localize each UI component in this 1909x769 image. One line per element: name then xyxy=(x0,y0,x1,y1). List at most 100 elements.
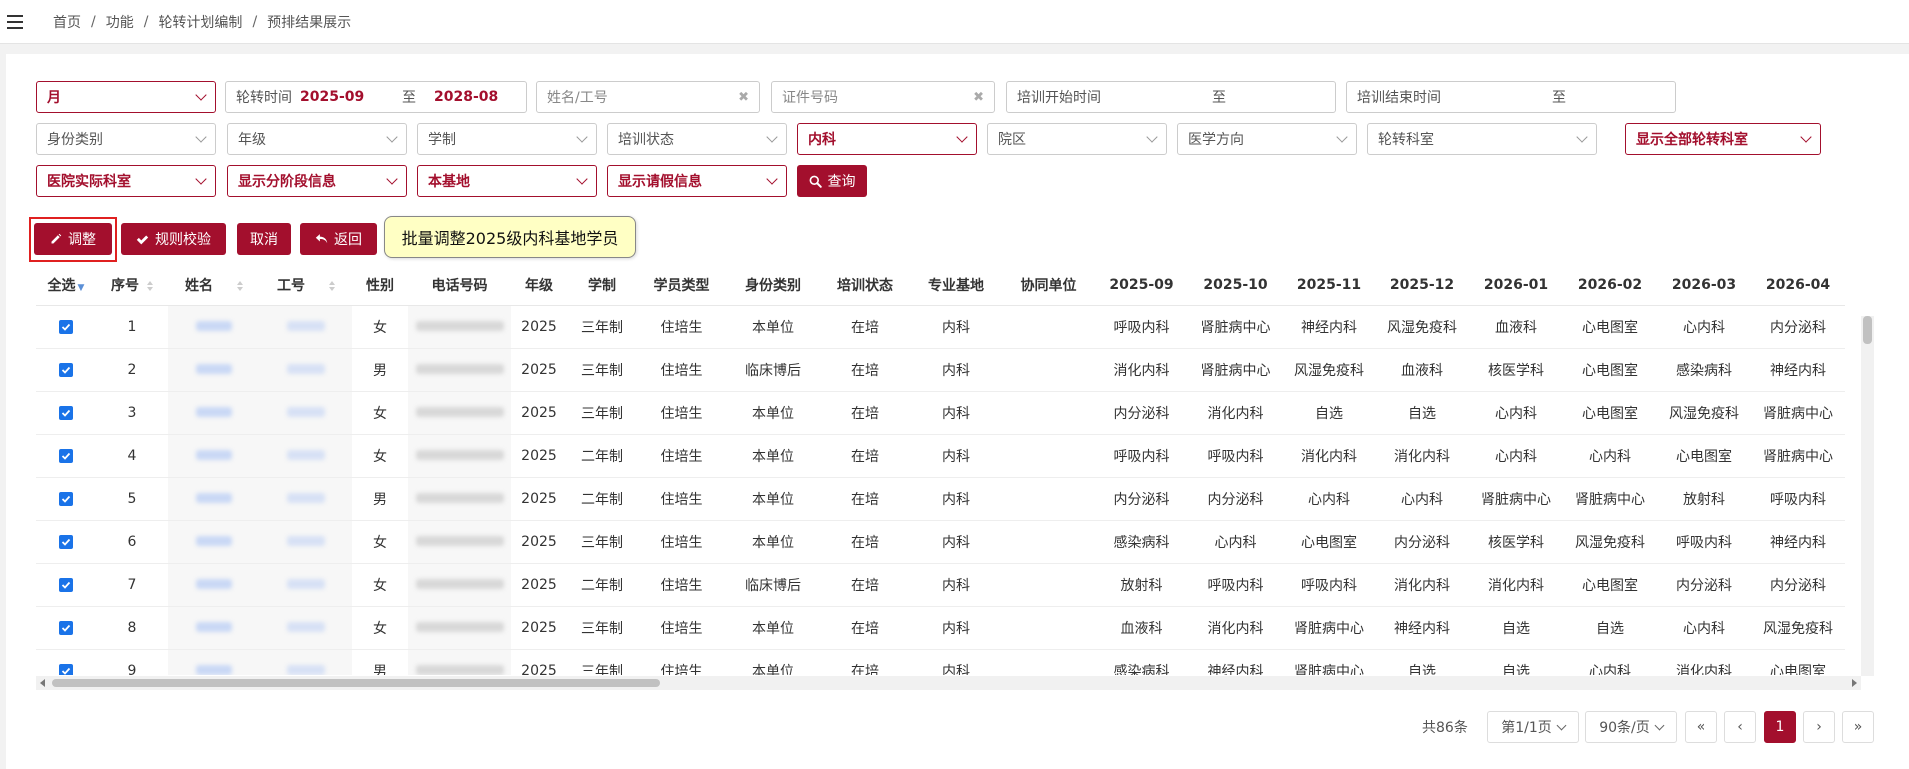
name-cell[interactable] xyxy=(168,305,260,349)
last-page-button[interactable]: » xyxy=(1842,711,1874,743)
row-checkbox[interactable] xyxy=(59,663,73,675)
rotation-month-cell[interactable]: 呼吸内科 xyxy=(1657,520,1751,564)
rotation-month-cell[interactable]: 呼吸内科 xyxy=(1283,563,1375,607)
employee-id-cell[interactable] xyxy=(260,434,352,478)
rotation-month-cell[interactable]: 心电图室 xyxy=(1283,520,1375,564)
column-header-employee-id[interactable]: 工号 xyxy=(260,265,352,306)
base-select[interactable]: 本基地 xyxy=(417,165,597,197)
page-select[interactable]: 第1/1页 xyxy=(1487,711,1579,743)
rotation-month-cell[interactable]: 心内科 xyxy=(1563,434,1657,478)
name-cell[interactable] xyxy=(168,520,260,564)
rotation-month-cell[interactable]: 消化内科 xyxy=(1095,348,1188,392)
rotation-month-cell[interactable]: 心电图室 xyxy=(1563,305,1657,349)
show-all-rotation-select[interactable]: 显示全部轮转科室 xyxy=(1625,123,1821,155)
sort-icon[interactable] xyxy=(147,280,153,291)
training-status-select[interactable]: 培训状态 xyxy=(607,123,787,155)
table-row[interactable]: 4 女 2025 二年制 住培生 本单位 在培 内科 呼吸内科 呼吸内科 消化内科 消化内科 心内科 心内… xyxy=(36,434,1845,478)
redacted-name[interactable] xyxy=(196,320,232,331)
rotation-start-value[interactable]: 2025-09 xyxy=(300,89,400,105)
rotation-month-cell[interactable]: 神经内科 xyxy=(1283,305,1375,349)
employee-id-cell[interactable] xyxy=(260,391,352,435)
rotation-month-cell[interactable]: 内分泌科 xyxy=(1375,520,1469,564)
rotation-month-cell[interactable]: 感染病科 xyxy=(1657,348,1751,392)
rotation-month-cell[interactable]: 风湿免疫科 xyxy=(1375,305,1469,349)
rotation-time-range[interactable]: 轮转时间 2025-09 至 2028-08 xyxy=(225,81,527,113)
row-checkbox[interactable] xyxy=(59,577,73,592)
rotation-month-cell[interactable]: 消化内科 xyxy=(1375,434,1469,478)
rotation-month-cell[interactable]: 自选 xyxy=(1469,606,1563,650)
select-cell[interactable] xyxy=(36,563,96,607)
rotation-month-cell[interactable]: 心内科 xyxy=(1188,520,1283,564)
back-button[interactable]: 返回 xyxy=(300,223,377,255)
show-stage-select[interactable]: 显示分阶段信息 xyxy=(227,165,407,197)
name-search-input[interactable]: 姓名/工号 ✖ xyxy=(536,81,760,113)
rotation-month-cell[interactable]: 心内科 xyxy=(1375,477,1469,521)
name-cell[interactable] xyxy=(168,606,260,650)
breadcrumb-home[interactable]: 首页 xyxy=(53,12,81,32)
breadcrumb-function[interactable]: 功能 xyxy=(106,12,134,32)
rotation-month-cell[interactable]: 肾脏病中心 xyxy=(1469,477,1563,521)
redacted-employee-id[interactable] xyxy=(287,664,325,675)
rotation-month-cell[interactable]: 感染病科 xyxy=(1095,520,1188,564)
show-leave-select[interactable]: 显示请假信息 xyxy=(607,165,787,197)
scrollbar-thumb[interactable] xyxy=(1863,316,1872,344)
column-header-name[interactable]: 姓名 xyxy=(168,265,260,306)
employee-id-cell[interactable] xyxy=(260,649,352,675)
campus-select[interactable]: 院区 xyxy=(987,123,1167,155)
rotation-month-cell[interactable]: 呼吸内科 xyxy=(1188,563,1283,607)
select-cell[interactable] xyxy=(36,606,96,650)
rotation-month-cell[interactable]: 内分泌科 xyxy=(1751,305,1845,349)
rotation-month-cell[interactable]: 自选 xyxy=(1283,391,1375,435)
scroll-left-arrow-icon[interactable] xyxy=(40,679,45,687)
rotation-month-cell[interactable]: 风湿免疫科 xyxy=(1657,391,1751,435)
table-row[interactable]: 2 男 2025 三年制 住培生 临床博后 在培 内科 消化内科 肾脏病中心 风湿免疫科 血液科 核医学… xyxy=(36,348,1845,392)
department-select[interactable]: 内科 xyxy=(797,123,977,155)
column-header-select-all[interactable]: 全选 ▼ xyxy=(36,265,96,306)
rotation-month-cell[interactable]: 风湿免疫科 xyxy=(1563,520,1657,564)
query-button[interactable]: 查询 xyxy=(797,165,867,197)
breadcrumb-rotation-plan[interactable]: 轮转计划编制 xyxy=(158,12,242,32)
redacted-name[interactable] xyxy=(196,664,232,675)
vertical-scrollbar[interactable] xyxy=(1861,316,1874,676)
rotation-month-cell[interactable]: 呼吸内科 xyxy=(1095,305,1188,349)
rotation-month-cell[interactable]: 心电图室 xyxy=(1657,434,1751,478)
redacted-employee-id[interactable] xyxy=(287,320,325,331)
rotation-month-cell[interactable]: 心内科 xyxy=(1469,391,1563,435)
rotation-month-cell[interactable]: 神经内科 xyxy=(1751,348,1845,392)
rotation-month-cell[interactable]: 神经内科 xyxy=(1375,606,1469,650)
training-end-range[interactable]: 培训结束时间 至 xyxy=(1346,81,1676,113)
rotation-month-cell[interactable]: 内分泌科 xyxy=(1657,563,1751,607)
row-checkbox[interactable] xyxy=(59,448,73,463)
select-cell[interactable] xyxy=(36,520,96,564)
employee-id-cell[interactable] xyxy=(260,563,352,607)
identity-select[interactable]: 身份类别 xyxy=(36,123,216,155)
rotation-month-cell[interactable]: 心内科 xyxy=(1469,434,1563,478)
table-row[interactable]: 1 女 2025 三年制 住培生 本单位 在培 内科 呼吸内科 肾脏病中心 神经内科 风湿免疫科 血液科… xyxy=(36,305,1845,349)
rotation-month-cell[interactable]: 神经内科 xyxy=(1188,649,1283,675)
horizontal-scrollbar[interactable] xyxy=(36,676,1861,690)
rotation-month-cell[interactable]: 肾脏病中心 xyxy=(1188,305,1283,349)
rotation-month-cell[interactable]: 感染病科 xyxy=(1095,649,1188,675)
row-checkbox[interactable] xyxy=(59,405,73,420)
name-cell[interactable] xyxy=(168,434,260,478)
rotation-month-cell[interactable]: 神经内科 xyxy=(1751,520,1845,564)
rotation-month-cell[interactable]: 消化内科 xyxy=(1375,563,1469,607)
redacted-employee-id[interactable] xyxy=(287,363,325,374)
rotation-month-cell[interactable]: 放射科 xyxy=(1657,477,1751,521)
redacted-employee-id[interactable] xyxy=(287,578,325,589)
redacted-name[interactable] xyxy=(196,363,232,374)
select-cell[interactable] xyxy=(36,348,96,392)
row-checkbox[interactable] xyxy=(59,620,73,635)
row-checkbox[interactable] xyxy=(59,319,73,334)
row-checkbox[interactable] xyxy=(59,362,73,377)
redacted-name[interactable] xyxy=(196,406,232,417)
training-start-range[interactable]: 培训开始时间 至 xyxy=(1006,81,1336,113)
rotation-month-cell[interactable]: 放射科 xyxy=(1095,563,1188,607)
rotation-month-cell[interactable]: 自选 xyxy=(1375,391,1469,435)
rotation-month-cell[interactable]: 心内科 xyxy=(1563,649,1657,675)
name-cell[interactable] xyxy=(168,348,260,392)
rotation-month-cell[interactable]: 内分泌科 xyxy=(1095,477,1188,521)
rotation-month-cell[interactable]: 内分泌科 xyxy=(1095,391,1188,435)
employee-id-cell[interactable] xyxy=(260,520,352,564)
page-size-select[interactable]: 90条/页 xyxy=(1585,711,1677,743)
